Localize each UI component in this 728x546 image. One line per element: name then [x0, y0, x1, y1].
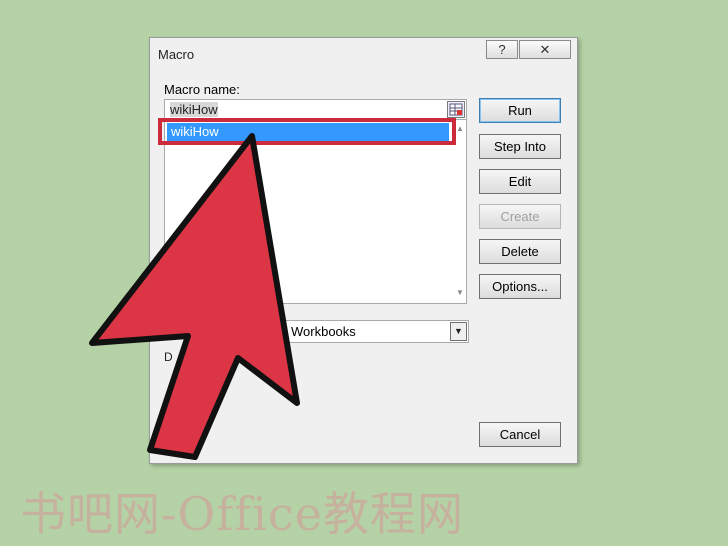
- scroll-up-icon[interactable]: ▲: [456, 124, 464, 133]
- grid-icon: [449, 103, 463, 116]
- macro-name-input[interactable]: wikiHow: [164, 99, 467, 120]
- close-button[interactable]: ✕: [519, 40, 571, 59]
- macro-list[interactable]: wikiHow ▲ ▼: [164, 120, 467, 304]
- macros-in-value: Workbooks: [291, 324, 356, 339]
- scroll-down-icon[interactable]: ▼: [456, 288, 464, 297]
- macro-dialog: Macro ? ✕ Macro name: wikiHow wikiHow ▲ …: [149, 37, 578, 464]
- step-into-button[interactable]: Step Into: [479, 134, 561, 159]
- create-button[interactable]: Create: [479, 204, 561, 229]
- title-bar: Macro ? ✕: [150, 38, 577, 68]
- collapse-dialog-button[interactable]: [447, 101, 465, 118]
- chevron-down-icon[interactable]: ▼: [450, 322, 467, 341]
- dialog-title: Macro: [158, 47, 195, 62]
- macros-in-select[interactable]: Workbooks ▼: [284, 320, 469, 343]
- delete-button[interactable]: Delete: [479, 239, 561, 264]
- options-button[interactable]: Options...: [479, 274, 561, 299]
- watermark: 书吧网-Office教程网: [20, 487, 465, 541]
- macro-name-value: wikiHow: [170, 102, 218, 117]
- cancel-button[interactable]: Cancel: [479, 422, 561, 447]
- description-label: D: [164, 350, 173, 364]
- macro-name-label: Macro name:: [164, 82, 240, 97]
- edit-button[interactable]: Edit: [479, 169, 561, 194]
- run-button[interactable]: Run: [479, 98, 561, 123]
- help-button[interactable]: ?: [486, 40, 518, 59]
- highlight-box: [158, 118, 456, 145]
